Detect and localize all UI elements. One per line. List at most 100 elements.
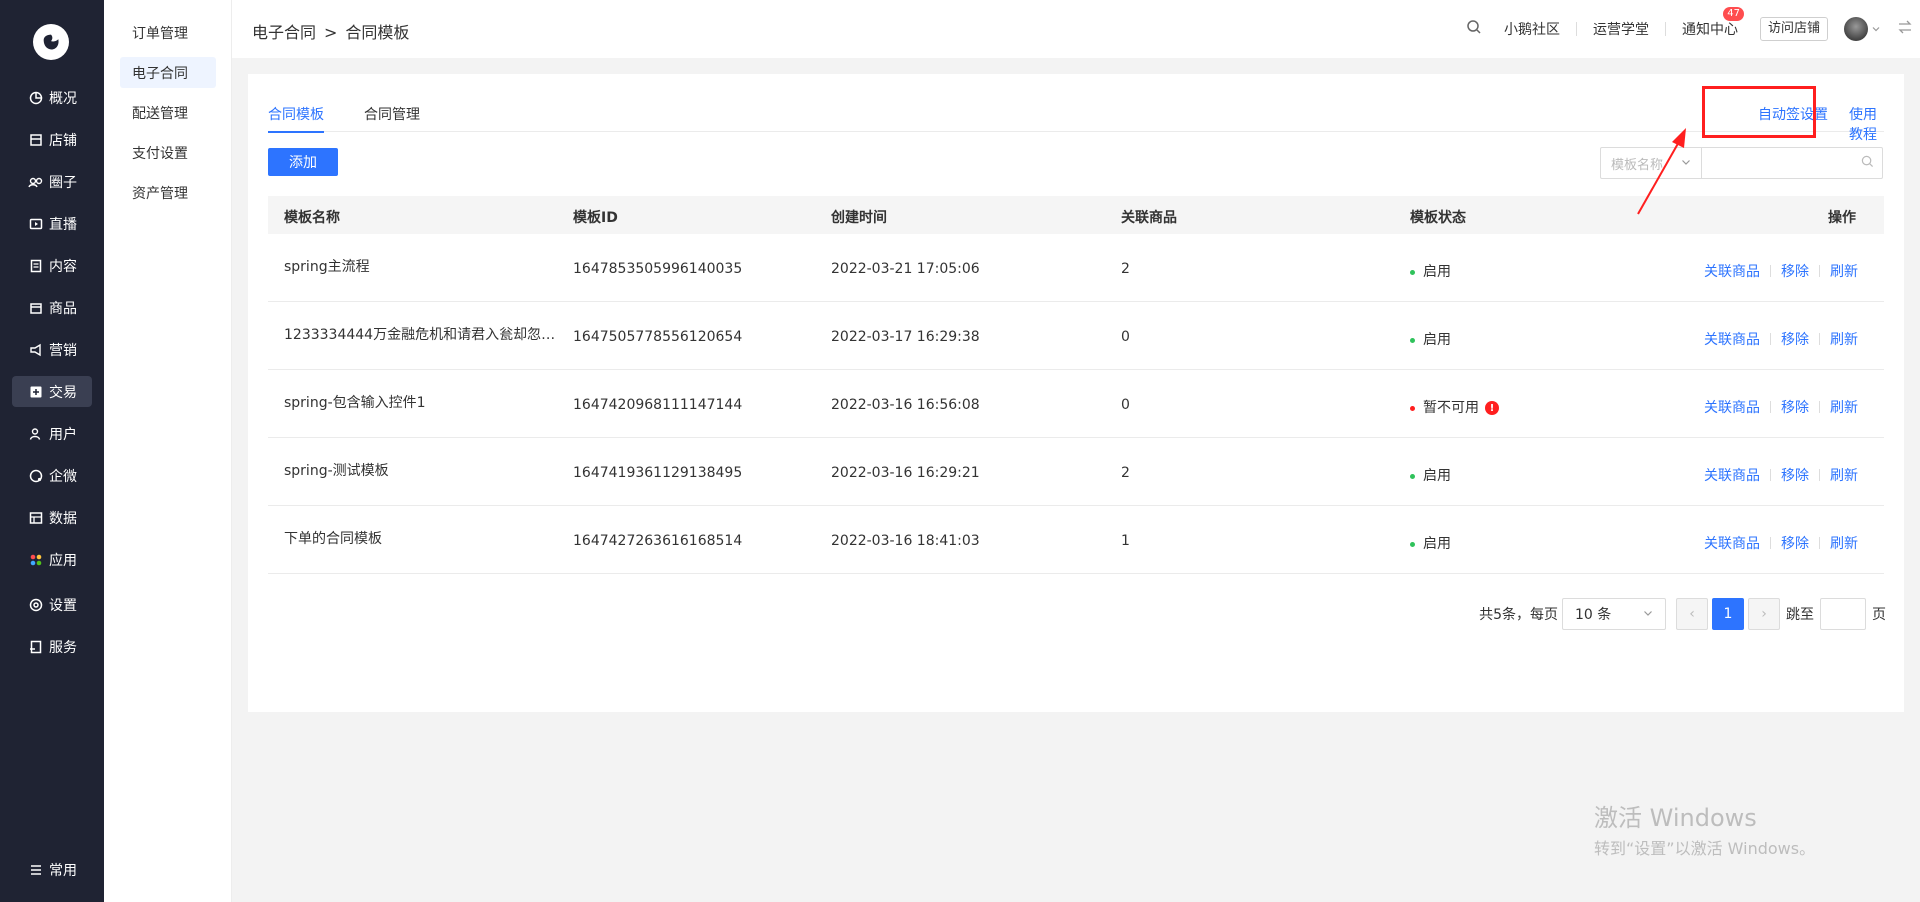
linked-goods-count: 2 <box>1121 465 1130 481</box>
template-name: spring主流程 <box>284 259 370 275</box>
sidebar-item-label: 服务 <box>49 639 77 656</box>
chevron-right-icon: › <box>1761 606 1767 622</box>
sidebar-item-content[interactable]: 内容 <box>12 250 92 281</box>
sidebar-item-label: 应用 <box>49 552 77 569</box>
sidebar-item-overview[interactable]: 概况 <box>12 82 92 113</box>
refresh-button[interactable]: 刷新 <box>1830 533 1858 553</box>
tab-contract-management[interactable]: 合同管理 <box>364 104 420 124</box>
submenu-item-delivery[interactable]: 配送管理 <box>120 97 216 128</box>
data-icon <box>28 510 44 526</box>
sidebar-item-apps[interactable]: 应用 <box>12 544 92 575</box>
jump-page-input[interactable] <box>1820 598 1866 630</box>
pagination-total: 共5条，每页 <box>1479 607 1558 623</box>
live-icon <box>28 216 44 232</box>
search-icon[interactable] <box>1466 19 1482 39</box>
page-size-select[interactable]: 10 条 <box>1562 598 1666 630</box>
link-goods-button[interactable]: 关联商品 <box>1704 465 1760 485</box>
tutorial-link[interactable]: 使用教程 <box>1849 104 1884 144</box>
visit-store-button[interactable]: 访问店铺 <box>1759 17 1828 41</box>
remove-button[interactable]: 移除 <box>1781 397 1809 417</box>
row-actions: 关联商品 移除 刷新 <box>1704 261 1858 281</box>
remove-button[interactable]: 移除 <box>1781 533 1809 553</box>
refresh-button[interactable]: 刷新 <box>1830 329 1858 349</box>
sidebar-item-label: 商品 <box>49 300 77 317</box>
highlight-box <box>1702 86 1816 138</box>
table-row: spring-测试模板 1647419361129138495 2022-03-… <box>268 438 1884 506</box>
sidebar-item-circle[interactable]: 圈子 <box>12 166 92 197</box>
sidebar-item-label: 常用 <box>49 862 77 879</box>
sidebar-item-marketing[interactable]: 营销 <box>12 334 92 365</box>
remove-button[interactable]: 移除 <box>1781 329 1809 349</box>
sidebar-item-settings[interactable]: 设置 <box>12 589 92 620</box>
submenu-item-payment[interactable]: 支付设置 <box>120 137 216 168</box>
breadcrumb-separator: > <box>324 23 338 42</box>
sidebar-item-label: 直播 <box>49 216 77 233</box>
link-goods-button[interactable]: 关联商品 <box>1704 261 1760 281</box>
sidebar-item-trade[interactable]: 交易 <box>12 376 92 407</box>
notice-count-badge: 47 <box>1723 7 1744 21</box>
linked-goods-count: 2 <box>1121 261 1130 277</box>
submenu-item-orders[interactable]: 订单管理 <box>120 17 216 48</box>
row-actions: 关联商品 移除 刷新 <box>1704 397 1858 417</box>
page-number-button[interactable]: 1 <box>1712 598 1744 630</box>
search-input[interactable] <box>1702 147 1883 179</box>
sidebar-item-goods[interactable]: 商品 <box>12 292 92 323</box>
submenu-item-assets[interactable]: 资产管理 <box>120 177 216 208</box>
sidebar-item-live[interactable]: 直播 <box>12 208 92 239</box>
linked-goods-count: 1 <box>1121 533 1130 549</box>
template-id: 1647419361129138495 <box>573 465 743 481</box>
column-header-id: 模板ID <box>573 210 618 226</box>
refresh-button[interactable]: 刷新 <box>1830 261 1858 281</box>
chart-pie-icon <box>28 90 44 106</box>
sidebar-item-user[interactable]: 用户 <box>12 418 92 449</box>
created-time: 2022-03-16 16:56:08 <box>831 397 980 413</box>
sidebar-item-service[interactable]: 服务 <box>12 631 92 662</box>
link-goods-button[interactable]: 关联商品 <box>1704 329 1760 349</box>
status-dot <box>1410 473 1415 479</box>
template-name: 1233334444万金融危机和请君入瓮却忽然... <box>284 327 564 343</box>
search-icon[interactable] <box>1861 155 1874 172</box>
sidebar-item-wecom[interactable]: 企微 <box>12 460 92 491</box>
created-time: 2022-03-17 16:29:38 <box>831 329 980 345</box>
switch-icon[interactable] <box>1898 20 1912 38</box>
submenu-item-econtract[interactable]: 电子合同 <box>120 57 216 88</box>
academy-link[interactable]: 运营学堂 <box>1593 19 1649 39</box>
add-button[interactable]: 添加 <box>268 148 338 176</box>
breadcrumb-parent[interactable]: 电子合同 <box>252 23 316 42</box>
link-goods-button[interactable]: 关联商品 <box>1704 397 1760 417</box>
header-actions: 小鹅社区 运营学堂 通知中心 47 访问店铺 <box>1466 0 1920 58</box>
sidebar-item-label: 内容 <box>49 258 77 275</box>
store-icon <box>28 132 44 148</box>
sidebar-item-data[interactable]: 数据 <box>12 502 92 533</box>
linked-goods-count: 0 <box>1121 397 1130 413</box>
jump-label: 跳至 <box>1786 607 1814 623</box>
template-table: 模板名称 模板ID 创建时间 关联商品 模板状态 操作 spring主流程 16… <box>268 196 1884 574</box>
community-link[interactable]: 小鹅社区 <box>1504 19 1560 39</box>
column-header-actions: 操作 <box>1828 210 1856 226</box>
avatar[interactable] <box>1844 17 1868 41</box>
refresh-button[interactable]: 刷新 <box>1830 465 1858 485</box>
template-name: spring-包含输入控件1 <box>284 395 426 411</box>
warning-icon[interactable]: ! <box>1485 401 1499 415</box>
user-icon <box>28 426 44 442</box>
next-page-button[interactable]: › <box>1748 598 1780 630</box>
sidebar-item-label: 数据 <box>49 510 77 527</box>
divider <box>1664 22 1666 36</box>
main-sidebar: 概况 店铺 圈子 直播 内容 商品 营销 交易 用户 企微 数据 应用 设置 服… <box>0 0 104 902</box>
remove-button[interactable]: 移除 <box>1781 465 1809 485</box>
template-id: 1647427263616168514 <box>573 533 743 549</box>
sidebar-item-common[interactable]: 常用 <box>12 854 92 885</box>
table-row: spring主流程 1647853505996140035 2022-03-21… <box>268 234 1884 302</box>
notice-center-link[interactable]: 通知中心 47 <box>1682 7 1744 39</box>
sidebar-item-store[interactable]: 店铺 <box>12 124 92 155</box>
status-text: 启用 <box>1423 468 1451 484</box>
remove-button[interactable]: 移除 <box>1781 261 1809 281</box>
link-goods-button[interactable]: 关联商品 <box>1704 533 1760 553</box>
tab-contract-templates[interactable]: 合同模板 <box>268 104 324 133</box>
app-logo-icon[interactable] <box>33 24 69 60</box>
refresh-button[interactable]: 刷新 <box>1830 397 1858 417</box>
wecom-icon <box>28 468 44 484</box>
prev-page-button[interactable]: ‹ <box>1676 598 1708 630</box>
chevron-down-icon[interactable] <box>1872 21 1880 37</box>
sidebar-item-label: 营销 <box>49 342 77 359</box>
